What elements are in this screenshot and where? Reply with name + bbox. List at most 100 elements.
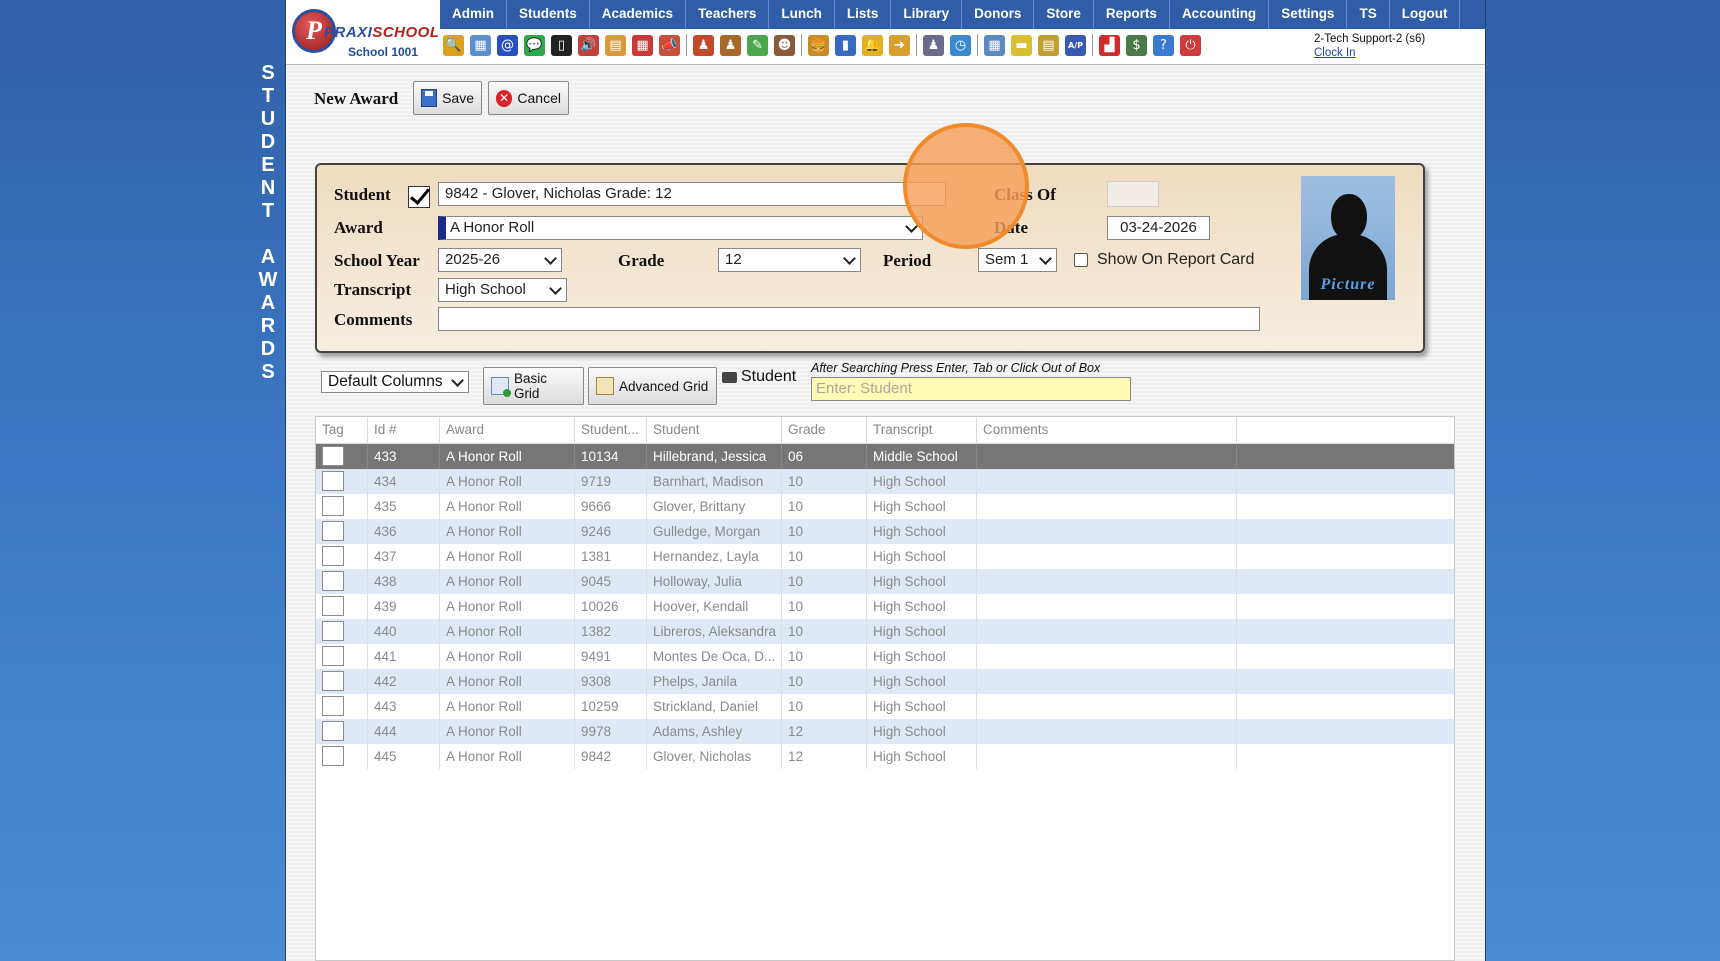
menu-students[interactable]: Students [507, 0, 590, 29]
money-icon[interactable]: $ [1126, 34, 1147, 56]
student-add-icon[interactable]: ♟ [693, 34, 714, 56]
column-header-award[interactable]: Award [440, 417, 575, 443]
accounts-payable-icon[interactable]: A/P [1065, 34, 1086, 56]
student-checkbox[interactable] [408, 186, 430, 208]
row-tag-checkbox[interactable] [322, 471, 344, 491]
advanced-grid-button[interactable]: Advanced Grid [588, 367, 717, 405]
teacher-icon[interactable]: ♟ [923, 34, 944, 56]
period-select[interactable]: Sem 1 [978, 248, 1057, 272]
clock-icon[interactable]: ◷ [950, 34, 971, 56]
help-icon[interactable]: ? [1153, 34, 1174, 56]
row-tag-checkbox[interactable] [322, 671, 344, 691]
calendar-icon[interactable]: ▦ [632, 34, 653, 56]
search-icon[interactable]: 🔍 [443, 34, 464, 56]
menu-academics[interactable]: Academics [590, 0, 687, 29]
row-tag-checkbox[interactable] [322, 596, 344, 616]
cell-id: 438 [368, 569, 440, 594]
menu-ts[interactable]: TS [1347, 0, 1390, 29]
columns-select[interactable]: Default Columns [321, 371, 469, 393]
row-tag-checkbox[interactable] [322, 646, 344, 666]
table-row[interactable]: 437 A Honor Roll 1381 Hernandez, Layla 10 Hig… [316, 544, 1454, 569]
table-row[interactable]: 439 A Honor Roll 10026 Hoover, Kendall 10 Hig… [316, 594, 1454, 619]
table-row[interactable]: 438 A Honor Roll 9045 Holloway, Julia 10 High… [316, 569, 1454, 594]
row-tag-checkbox[interactable] [322, 546, 344, 566]
book-icon[interactable]: ▮ [835, 34, 856, 56]
table-row[interactable]: 441 A Honor Roll 9491 Montes De Oca, D... 10… [316, 644, 1454, 669]
column-header-transcript[interactable]: Transcript [867, 417, 977, 443]
row-tag-checkbox[interactable] [322, 446, 344, 466]
menu-reports[interactable]: Reports [1094, 0, 1170, 29]
speaker-icon[interactable]: 🔊 [578, 34, 599, 56]
megaphone-icon[interactable]: 📣 [659, 34, 680, 56]
chevron-down-icon [451, 374, 464, 387]
menu-admin[interactable]: Admin [440, 0, 507, 29]
school-year-select[interactable]: 2025-26 [438, 248, 562, 272]
column-header-student[interactable]: Student [647, 417, 782, 443]
grade-select[interactable]: 12 [718, 248, 861, 272]
menu-settings[interactable]: Settings [1269, 0, 1348, 29]
student-icon[interactable]: ♟ [720, 34, 741, 56]
menu-store[interactable]: Store [1034, 0, 1094, 29]
printer-icon[interactable]: ▤ [1038, 34, 1059, 56]
column-header-tag[interactable]: Tag [316, 417, 368, 443]
menu-library[interactable]: Library [891, 0, 963, 29]
table-icon[interactable]: ▦ [470, 34, 491, 56]
show-on-report-card-checkbox[interactable] [1074, 253, 1088, 267]
row-tag-checkbox[interactable] [322, 746, 344, 766]
column-header-id[interactable]: Id # [368, 417, 440, 443]
table-row[interactable]: 445 A Honor Roll 9842 Glover, Nicholas 12 Hig… [316, 744, 1454, 769]
email-icon[interactable]: @ [497, 34, 518, 56]
cell-award: A Honor Roll [440, 744, 575, 769]
comments-field[interactable] [438, 307, 1260, 331]
power-icon[interactable]: ⏻ [1180, 34, 1201, 56]
menu-teachers[interactable]: Teachers [686, 0, 770, 29]
column-header-grade[interactable]: Grade [782, 417, 867, 443]
class-of-field[interactable] [1107, 181, 1159, 207]
basic-grid-button[interactable]: Basic Grid [483, 367, 584, 405]
menu-lists[interactable]: Lists [835, 0, 892, 29]
table-row[interactable]: 436 A Honor Roll 9246 Gulledge, Morgan 10 Hig… [316, 519, 1454, 544]
table-row[interactable]: 435 A Honor Roll 9666 Glover, Brittany 10 Hig… [316, 494, 1454, 519]
group-icon[interactable]: ☻ [774, 34, 795, 56]
row-tag-checkbox[interactable] [322, 496, 344, 516]
table-row[interactable]: 442 A Honor Roll 9308 Phelps, Janila 10 High … [316, 669, 1454, 694]
cancel-button[interactable]: ✕ Cancel [488, 81, 569, 115]
table-row[interactable]: 433 A Honor Roll 10134 Hillebrand, Jessica 0… [316, 444, 1454, 469]
student-search-input[interactable]: Enter: Student [811, 377, 1131, 401]
transcript-select[interactable]: High School [438, 278, 567, 302]
chat-icon[interactable]: 💬 [524, 34, 545, 56]
report-icon[interactable]: ▤ [605, 34, 626, 56]
bell-icon[interactable]: 🔔 [862, 34, 883, 56]
menu-logout[interactable]: Logout [1390, 0, 1461, 29]
menu-lunch[interactable]: Lunch [769, 0, 835, 29]
column-header-student[interactable]: Student... [575, 417, 647, 443]
table-row[interactable]: 434 A Honor Roll 9719 Barnhart, Madison 10 Hi… [316, 469, 1454, 494]
cell-sid: 10259 [575, 694, 647, 719]
menu-accounting[interactable]: Accounting [1170, 0, 1270, 29]
student-picture[interactable]: Picture [1301, 176, 1395, 300]
table-row[interactable]: 443 A Honor Roll 10259 Strickland, Daniel 10… [316, 694, 1454, 719]
grade-icon[interactable]: ✎ [747, 34, 768, 56]
column-header-comments[interactable]: Comments [977, 417, 1237, 443]
student-field[interactable]: 9842 - Glover, Nicholas Grade: 12 [438, 182, 946, 206]
save-button[interactable]: Save [413, 81, 482, 115]
table-row[interactable]: 440 A Honor Roll 1382 Libreros, Aleksandra 1… [316, 619, 1454, 644]
menu-donors[interactable]: Donors [962, 0, 1035, 29]
date-field[interactable]: 03-24-2026 [1107, 216, 1210, 240]
row-tag-checkbox[interactable] [322, 696, 344, 716]
cell-grade: 10 [782, 569, 867, 594]
lunch-icon[interactable]: 🍔 [808, 34, 829, 56]
export-icon[interactable]: ➜ [889, 34, 910, 56]
row-tag-checkbox[interactable] [322, 621, 344, 641]
pdf-icon[interactable]: ▟ [1099, 34, 1120, 56]
praxischool-logo[interactable]: P PRAXISCHOOL School 1001 [290, 6, 440, 60]
card-icon[interactable]: ▬ [1011, 34, 1032, 56]
row-tag-checkbox[interactable] [322, 521, 344, 541]
row-tag-checkbox[interactable] [322, 721, 344, 741]
table-row[interactable]: 444 A Honor Roll 9978 Adams, Ashley 12 High S… [316, 719, 1454, 744]
phone-icon[interactable]: ▯ [551, 34, 572, 56]
spreadsheet-icon[interactable]: ▦ [984, 34, 1005, 56]
award-select[interactable]: A Honor Roll [438, 216, 923, 240]
clock-in-link[interactable]: Clock In [1314, 46, 1425, 60]
row-tag-checkbox[interactable] [322, 571, 344, 591]
